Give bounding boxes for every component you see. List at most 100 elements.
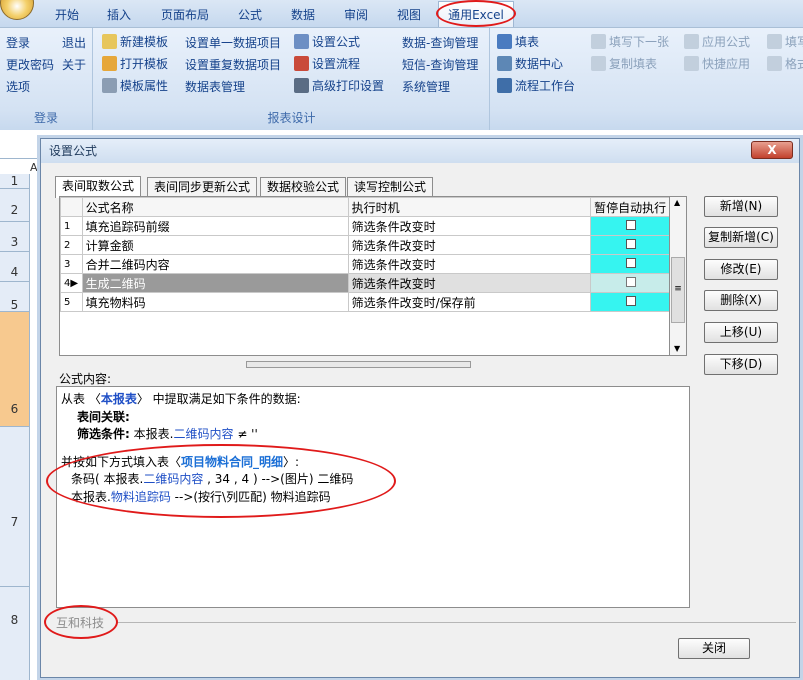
tab-sync-formula[interactable]: 表间同步更新公式 xyxy=(147,177,258,197)
menu-data[interactable]: 数据 xyxy=(291,6,315,23)
formula-name-cell[interactable]: 合并二维码内容 xyxy=(81,254,349,274)
pause-cell[interactable] xyxy=(590,254,672,274)
formula-name-cell[interactable]: 生成二维码 xyxy=(81,273,349,293)
datatable-manage-button[interactable]: 数据表管理 xyxy=(185,78,245,95)
close-button[interactable]: 关闭 xyxy=(678,638,750,659)
grid-horizontal-scrollbar[interactable] xyxy=(246,361,471,368)
column-header-timing[interactable]: 执行时机 xyxy=(347,197,592,217)
column-header-pause[interactable]: 暂停自动执行 xyxy=(590,197,672,217)
scroll-down-icon[interactable]: ▼ xyxy=(674,344,680,353)
timing-cell[interactable]: 筛选条件改变时 xyxy=(347,254,592,274)
apply-formula-button[interactable]: 应用公式 xyxy=(684,33,750,50)
timing-cell[interactable]: 筛选条件改变时 xyxy=(347,273,592,293)
quick-apply-button[interactable]: 快捷应用 xyxy=(684,55,750,72)
column-header-name[interactable]: 公式名称 xyxy=(81,197,349,217)
pause-checkbox[interactable] xyxy=(626,258,637,268)
copy-icon xyxy=(591,56,606,71)
menu-bar: 开始 插入 页面布局 公式 数据 审阅 视图 通用Excel xyxy=(0,0,803,28)
data-center-button[interactable]: 数据中心 xyxy=(497,55,563,72)
options-button[interactable]: 选项 xyxy=(6,78,30,95)
ribbon-group-fill: 填表 数据中心 流程工作台 填写下一张 复制填表 应用公式 快捷应用 填写 格式 xyxy=(491,28,803,130)
format-icon xyxy=(767,56,782,71)
tab-rw-control-formula[interactable]: 读写控制公式 xyxy=(347,177,434,197)
timing-cell[interactable]: 筛选条件改变时/保存前 xyxy=(347,292,592,312)
table-row[interactable]: 1 填充追踪码前缀 筛选条件改变时 xyxy=(60,216,672,236)
copy-add-button[interactable]: 复制新增(C) xyxy=(704,227,778,248)
pause-checkbox[interactable] xyxy=(626,296,637,306)
move-down-button[interactable]: 下移(D) xyxy=(704,354,778,375)
pause-checkbox[interactable] xyxy=(626,277,637,287)
menu-view[interactable]: 视图 xyxy=(397,6,421,23)
timing-cell[interactable]: 筛选条件改变时 xyxy=(347,216,592,236)
row-number: 4▶ xyxy=(60,273,83,293)
formula-name-cell[interactable]: 计算金额 xyxy=(81,235,349,255)
menu-page-layout[interactable]: 页面布局 xyxy=(161,6,209,23)
system-manage-button[interactable]: 系统管理 xyxy=(402,78,450,95)
copy-fill-button[interactable]: 复制填表 xyxy=(591,55,657,72)
row-header-7[interactable]: 7 xyxy=(0,427,30,587)
pause-cell[interactable] xyxy=(590,216,672,236)
row-header-3[interactable]: 3 xyxy=(0,222,30,252)
row-header-5[interactable]: 5 xyxy=(0,282,30,312)
open-template-button[interactable]: 打开模板 xyxy=(102,55,168,72)
field-link[interactable]: 二维码内容 xyxy=(173,427,233,441)
add-button[interactable]: 新增(N) xyxy=(704,196,778,217)
edit-button[interactable]: 修改(E) xyxy=(704,259,778,280)
row-header-1[interactable]: 1 xyxy=(0,174,30,189)
set-single-item-button[interactable]: 设置单一数据项目 xyxy=(185,34,281,51)
template-properties-button[interactable]: 模板属性 xyxy=(102,77,168,94)
set-formula-button[interactable]: 设置公式 xyxy=(294,33,360,50)
set-repeat-item-button[interactable]: 设置重复数据项目 xyxy=(185,56,281,73)
text: 从表 〈 xyxy=(61,392,101,406)
sms-query-manage-button[interactable]: 短信-查询管理 xyxy=(402,56,478,73)
formula-name-cell[interactable]: 填充追踪码前缀 xyxy=(81,216,349,236)
formula-content-label: 公式内容: xyxy=(59,372,112,386)
pause-cell[interactable] xyxy=(590,273,672,293)
row-header-4[interactable]: 4 xyxy=(0,252,30,282)
text: 〉 中提取满足如下条件的数据: xyxy=(136,392,301,406)
move-up-button[interactable]: 上移(U) xyxy=(704,322,778,343)
tab-validate-formula[interactable]: 数据校验公式 xyxy=(260,177,347,197)
table-row-selected[interactable]: 4▶ 生成二维码 筛选条件改变时 xyxy=(60,273,672,293)
tab-lookup-formula[interactable]: 表间取数公式 xyxy=(55,176,142,198)
timing-cell[interactable]: 筛选条件改变时 xyxy=(347,235,592,255)
fill-button-2[interactable]: 填写 xyxy=(767,33,803,50)
text: ≠ '' xyxy=(237,427,258,441)
fill-form-button[interactable]: 填表 xyxy=(497,33,539,50)
grid-vertical-scrollbar[interactable]: ▲ ≡ ▼ xyxy=(669,196,687,356)
menu-home[interactable]: 开始 xyxy=(55,6,79,23)
pause-checkbox[interactable] xyxy=(626,239,637,249)
row-header-8[interactable]: 8 xyxy=(0,587,30,680)
format-button[interactable]: 格式 xyxy=(767,55,803,72)
workflow-bench-button[interactable]: 流程工作台 xyxy=(497,77,575,94)
fill-next-button[interactable]: 填写下一张 xyxy=(591,33,669,50)
scroll-thumb[interactable]: ≡ xyxy=(671,257,685,323)
about-button[interactable]: 关于 xyxy=(62,56,86,73)
source-table-link[interactable]: 本报表 xyxy=(101,392,137,406)
pause-cell[interactable] xyxy=(590,292,672,312)
table-row[interactable]: 2 计算金额 筛选条件改变时 xyxy=(60,235,672,255)
advanced-print-button[interactable]: 高级打印设置 xyxy=(294,77,384,94)
table-row[interactable]: 5 填充物料码 筛选条件改变时/保存前 xyxy=(60,292,672,312)
menu-formulas[interactable]: 公式 xyxy=(238,6,262,23)
change-password-button[interactable]: 更改密码 xyxy=(6,56,54,73)
delete-button[interactable]: 删除(X) xyxy=(704,290,778,311)
open-template-label: 打开模板 xyxy=(120,57,169,71)
pause-checkbox[interactable] xyxy=(626,220,637,230)
login-button[interactable]: 登录 xyxy=(6,34,30,51)
dialog-close-icon[interactable]: X xyxy=(751,141,793,159)
set-flow-button[interactable]: 设置流程 xyxy=(294,55,360,72)
scroll-up-icon[interactable]: ▲ xyxy=(674,198,680,207)
logout-button[interactable]: 退出 xyxy=(62,34,86,51)
formula-name-cell[interactable]: 填充物料码 xyxy=(81,292,349,312)
data-query-manage-button[interactable]: 数据-查询管理 xyxy=(402,34,478,51)
row-header-2[interactable]: 2 xyxy=(0,189,30,222)
column-header-a[interactable]: A xyxy=(30,161,40,175)
office-logo-button[interactable] xyxy=(0,0,34,20)
menu-insert[interactable]: 插入 xyxy=(107,6,131,23)
new-template-button[interactable]: 新建模板 xyxy=(102,33,168,50)
pause-cell[interactable] xyxy=(590,235,672,255)
menu-review[interactable]: 审阅 xyxy=(344,6,368,23)
row-header-6[interactable]: 6 xyxy=(0,312,30,427)
table-row[interactable]: 3 合并二维码内容 筛选条件改变时 xyxy=(60,254,672,274)
